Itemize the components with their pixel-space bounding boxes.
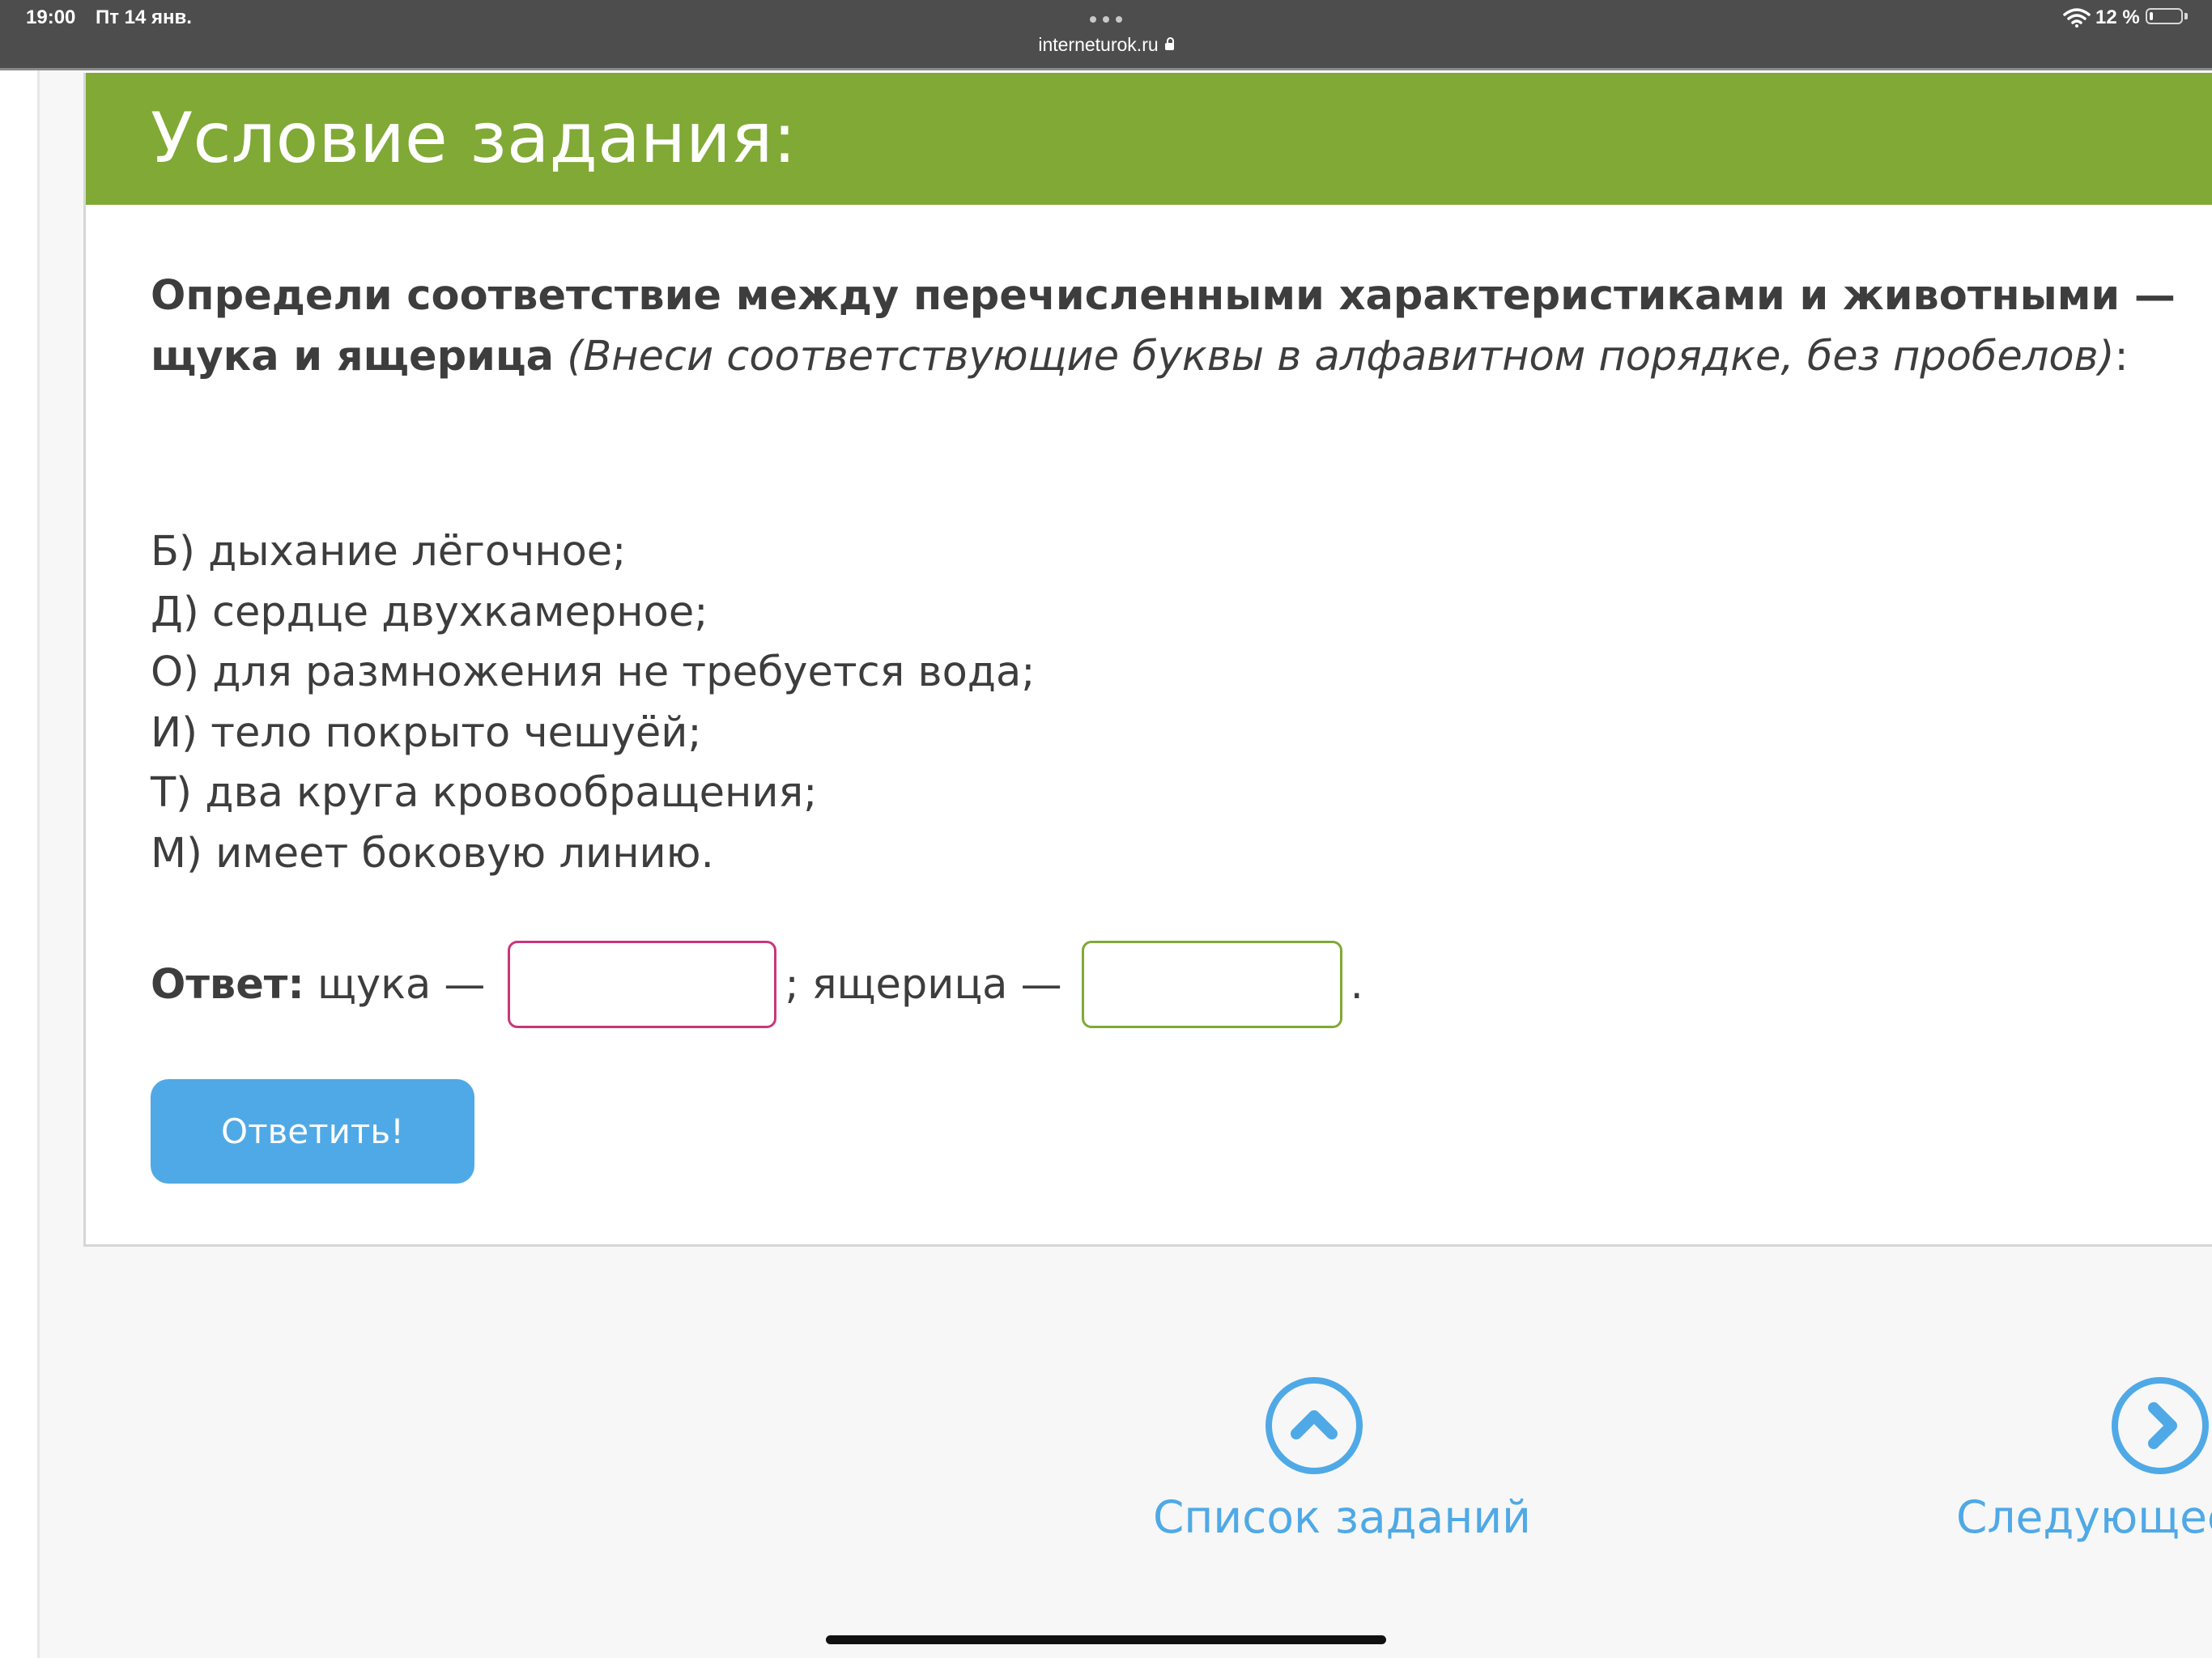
answer-row: Ответ: щука — ; ящерица —.	[151, 941, 1363, 1028]
question-hint: (Внеси соответствующие буквы в алфавитно…	[567, 333, 2115, 380]
pike-answer-input[interactable]	[508, 941, 777, 1028]
task-card: Условие задания: Определи соответствие м…	[83, 73, 2212, 1247]
list-item: Т) два круга кровообращения;	[151, 769, 818, 817]
submit-button[interactable]: Ответить!	[151, 1079, 474, 1184]
chevron-up-icon	[1291, 1410, 1338, 1439]
address-bar[interactable]: interneturok.ru	[951, 34, 1261, 56]
task-title: Условие задания:	[151, 98, 797, 179]
battery-level	[2150, 12, 2153, 20]
task-list-link[interactable]: Список заданий	[1153, 1491, 1531, 1543]
more-dots-icon[interactable]	[1090, 16, 1122, 23]
battery-icon	[2146, 8, 2183, 24]
status-date: Пт 14 янв.	[96, 6, 192, 28]
lizard-answer-input[interactable]	[1081, 941, 1342, 1028]
battery-percent: 12 %	[2095, 6, 2140, 28]
characteristics-list: Б) дыхание лёгочное; Д) сердце двухкамер…	[151, 522, 1035, 884]
list-item: Д) сердце двухкамерное;	[151, 588, 708, 636]
list-item: Б) дыхание лёгочное;	[151, 528, 627, 576]
status-time: 19:00	[26, 6, 76, 28]
next-task-link[interactable]: Следующее з	[1956, 1491, 2212, 1543]
chevron-right-icon	[2148, 1402, 2177, 1449]
task-header: Условие задания:	[86, 73, 2212, 205]
question-colon: :	[2114, 333, 2129, 380]
battery-tip	[2184, 13, 2188, 19]
lizard-label: ; ящерица —	[785, 960, 1062, 1009]
wifi-icon	[2063, 8, 2091, 28]
status-bar: 19:00 Пт 14 янв. interneturok.ru 12 %	[0, 0, 2212, 70]
list-item: О) для размножения не требуется вода;	[151, 648, 1036, 696]
pike-label: щука —	[304, 960, 486, 1009]
home-indicator[interactable]	[826, 1635, 1386, 1644]
next-task-button[interactable]	[2112, 1377, 2209, 1474]
question-text: Определи соответствие между перечисленны…	[151, 266, 2212, 387]
lock-icon	[1164, 37, 1174, 50]
list-item: И) тело покрыто чешуёй;	[151, 708, 702, 757]
answer-label: Ответ:	[151, 960, 304, 1009]
answer-end-mark: .	[1350, 960, 1363, 1009]
url-text: interneturok.ru	[1038, 34, 1159, 55]
list-item: М) имеет боковую линию.	[151, 829, 714, 878]
left-divider	[37, 70, 40, 1658]
task-list-button[interactable]	[1266, 1377, 1363, 1474]
